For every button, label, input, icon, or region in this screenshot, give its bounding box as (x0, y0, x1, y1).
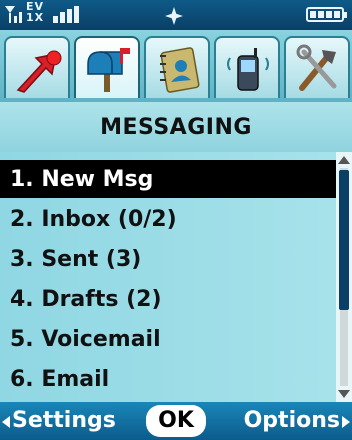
scroll-thumb[interactable] (339, 170, 349, 310)
mobile-web-phone-icon (227, 48, 269, 91)
settings-tools-icon (296, 44, 337, 91)
menu-item-drafts[interactable]: 4. Drafts (2) (0, 280, 336, 318)
menu-item-label: 4. Drafts (2) (10, 287, 162, 312)
softkey-left-label: Settings (12, 408, 116, 433)
menu-item-email[interactable]: 6. Email (0, 360, 336, 398)
mailbox-icon (87, 48, 130, 92)
contacts-book-icon (160, 47, 200, 93)
menu-item-label: 5. Voicemail (10, 327, 161, 352)
title-bar: MESSAGING (0, 102, 352, 152)
ok-button[interactable]: OK (146, 405, 206, 437)
new-message-arrow-icon (16, 50, 62, 93)
messaging-menu: 1. New Msg 2. Inbox (0/2) 3. Sent (3) 4.… (0, 152, 336, 402)
battery-full-icon (306, 7, 347, 22)
tab-mobile-web[interactable] (214, 36, 280, 98)
menu-item-inbox[interactable]: 2. Inbox (0/2) (0, 200, 336, 238)
softkey-bar: Settings OK Options (0, 402, 352, 440)
menu-item-voicemail[interactable]: 5. Voicemail (0, 320, 336, 358)
menu-item-label: 1. New Msg (10, 167, 154, 192)
left-arrow-icon (2, 416, 10, 428)
tab-contacts[interactable] (144, 36, 210, 98)
menu-scrollbar[interactable] (336, 152, 352, 402)
scroll-up-icon[interactable] (338, 156, 350, 164)
scroll-down-icon[interactable] (338, 390, 350, 398)
tab-new-message[interactable] (4, 36, 70, 98)
category-tab-bar (0, 30, 352, 102)
tab-messaging[interactable] (74, 36, 140, 98)
network-line-2: 1X (26, 11, 45, 24)
signal-strength-icon (53, 6, 79, 23)
menu-item-sent[interactable]: 3. Sent (3) (0, 240, 336, 278)
softkey-options[interactable]: Options (240, 402, 352, 440)
tab-settings-tools[interactable] (284, 36, 350, 98)
menu-item-new-msg[interactable]: 1. New Msg (0, 160, 336, 198)
signal-bars-icon (5, 6, 22, 23)
right-arrow-icon (342, 416, 350, 428)
softkey-right-label: Options (243, 408, 340, 433)
network-indicator: EV 1X (26, 1, 44, 23)
menu-item-label: 3. Sent (3) (10, 247, 142, 272)
location-crosshair-icon (165, 7, 183, 25)
menu-item-label: 2. Inbox (0/2) (10, 207, 177, 232)
status-bar: EV 1X (0, 0, 352, 30)
screen-title: MESSAGING (100, 115, 252, 140)
menu-item-label: 6. Email (10, 367, 110, 392)
